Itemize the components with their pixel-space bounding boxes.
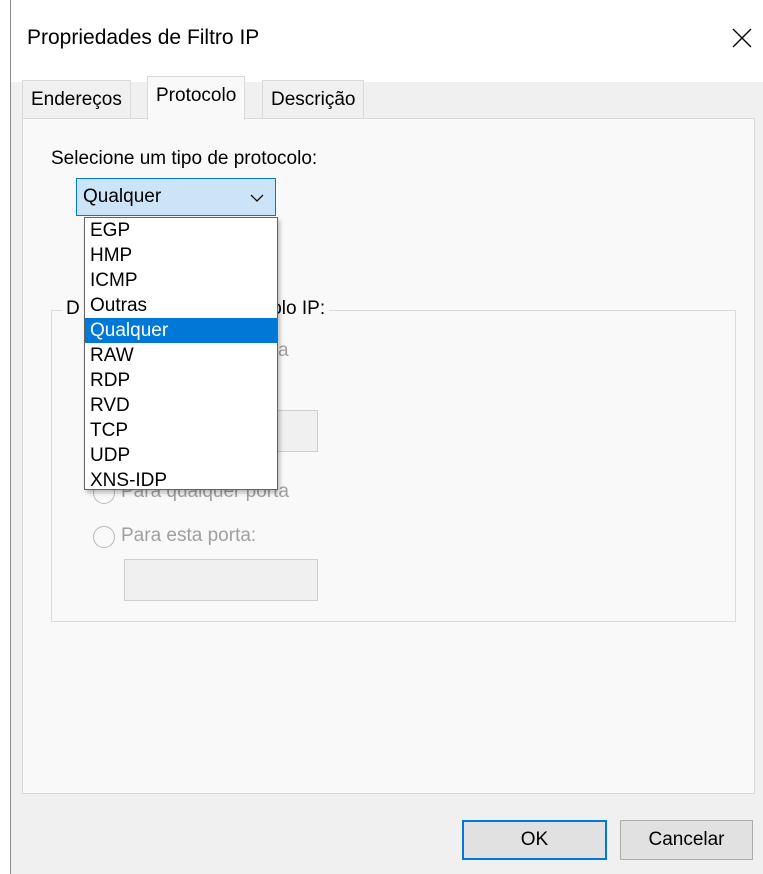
tab-descricao[interactable]: Descrição <box>262 80 365 118</box>
tab-protocolo-label: Protocolo <box>156 85 237 106</box>
title-bar[interactable]: Propriedades de Filtro IP <box>11 0 763 82</box>
tab-enderecos[interactable]: Endereços <box>22 80 131 118</box>
partial-hidden-text: a <box>278 340 289 361</box>
ok-button-label: OK <box>520 829 549 850</box>
dropdown-option[interactable]: UDP <box>85 443 277 468</box>
protocol-type-label: Selecione um tipo de protocolo: <box>51 148 318 169</box>
chevron-down-icon <box>250 194 264 202</box>
dropdown-option[interactable]: RDP <box>85 368 277 393</box>
tab-enderecos-label: Endereços <box>31 88 122 110</box>
dropdown-option[interactable]: Qualquer <box>85 318 277 343</box>
dropdown-option[interactable]: TCP <box>85 418 277 443</box>
dropdown-option[interactable]: HMP <box>85 243 277 268</box>
dropdown-option[interactable]: RAW <box>85 343 277 368</box>
dropdown-option[interactable]: EGP <box>85 218 277 243</box>
dropdown-option[interactable]: RVD <box>85 393 277 418</box>
this-port-label: Para esta porta: <box>121 525 257 546</box>
close-icon <box>732 28 752 48</box>
protocol-dropdown-list[interactable]: EGP HMP ICMP Outras Qualquer RAW RDP RVD TCP UDP X… <box>84 217 278 493</box>
tab-descricao-label: Descrição <box>271 88 356 110</box>
protocol-type-value: Qualquer <box>83 186 162 207</box>
ok-button[interactable]: OK <box>462 820 607 860</box>
dialog-title: Propriedades de Filtro IP <box>27 26 260 49</box>
cancel-button[interactable]: Cancelar <box>620 820 753 860</box>
protocol-type-combobox[interactable]: Qualquer <box>76 178 276 216</box>
cancel-button-label: Cancelar <box>648 829 725 850</box>
port-number-field <box>124 559 318 601</box>
dropdown-option[interactable]: Outras <box>85 293 277 318</box>
this-port-radio[interactable] <box>93 526 115 548</box>
tab-protocolo[interactable]: Protocolo <box>147 76 246 120</box>
close-button[interactable] <box>720 16 763 60</box>
groupbox-legend-start: D <box>66 298 80 319</box>
dropdown-option[interactable]: XNS-IDP <box>85 468 277 493</box>
dropdown-option[interactable]: ICMP <box>85 268 277 293</box>
